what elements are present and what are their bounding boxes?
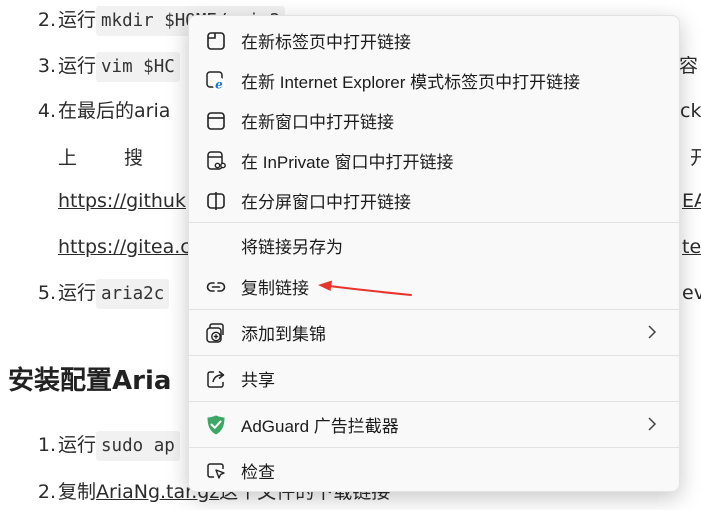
code-snippet: sudo ap <box>96 431 180 461</box>
list-item: 3. 运行 vim $HC <box>0 51 180 82</box>
menu-item-add-to-collections[interactable]: 添加到集锦 <box>193 314 675 350</box>
text-fragment: cke <box>680 100 701 122</box>
link-context-menu: 在新标签页中打开链接 e 在新 Internet Explorer 模式标签页中… <box>188 15 680 492</box>
link-icon <box>206 282 226 292</box>
internet-explorer-icon: e <box>206 71 226 92</box>
list-item: 4. 在最后的aria <box>37 100 171 122</box>
chevron-right-icon <box>648 417 657 431</box>
code-snippet: aria2c <box>96 279 170 309</box>
split-screen-icon <box>207 192 225 210</box>
menu-separator <box>189 222 679 223</box>
section-heading: 安装配置Aria <box>8 366 172 396</box>
code-snippet: vim $HC <box>96 52 180 82</box>
menu-separator <box>189 401 679 402</box>
menu-item-inspect[interactable]: 检查 <box>193 452 675 488</box>
menu-item-save-link-as[interactable]: 将链接另存为 <box>193 227 675 263</box>
adguard-shield-icon <box>207 415 225 435</box>
doc-link[interactable]: https://githuk <box>58 186 186 216</box>
menu-item-adguard[interactable]: AdGuard 广告拦截器 <box>193 406 675 442</box>
menu-item-copy-link[interactable]: 复制链接 <box>193 268 675 304</box>
menu-separator <box>189 309 679 310</box>
collections-icon <box>206 323 224 343</box>
menu-item-open-inprivate[interactable]: 在 InPrivate 窗口中打开链接 <box>193 142 675 178</box>
menu-item-share[interactable]: 共享 <box>193 360 675 396</box>
doc-link-tail[interactable]: EA <box>682 186 701 216</box>
doc-link[interactable]: https://gitea.c <box>58 232 191 262</box>
menu-item-open-ie-mode-tab[interactable]: e 在新 Internet Explorer 模式标签页中打开链接 <box>193 62 675 98</box>
menu-item-open-new-tab[interactable]: 在新标签页中打开链接 <box>193 22 675 58</box>
text-fragment: 开 <box>690 147 701 169</box>
menu-separator <box>189 355 679 356</box>
share-icon <box>207 370 225 388</box>
menu-item-open-split-screen[interactable]: 在分屏窗口中打开链接 <box>193 182 675 218</box>
inspect-icon <box>207 463 225 479</box>
annotation-arrow-icon <box>318 280 412 296</box>
text-fragment: ev <box>682 282 701 304</box>
chevron-right-icon <box>648 325 657 339</box>
list-item: 5. 运行 aria2c <box>0 278 170 309</box>
doc-link-tail[interactable]: te <box>682 232 701 262</box>
menu-separator <box>189 447 679 448</box>
svg-text:e: e <box>215 78 223 92</box>
new-tab-icon <box>207 32 225 50</box>
list-item: 1. 运行 sudo ap <box>0 430 180 461</box>
new-window-icon <box>207 112 225 130</box>
menu-item-open-new-window[interactable]: 在新窗口中打开链接 <box>193 102 675 138</box>
inprivate-window-icon <box>207 151 226 170</box>
